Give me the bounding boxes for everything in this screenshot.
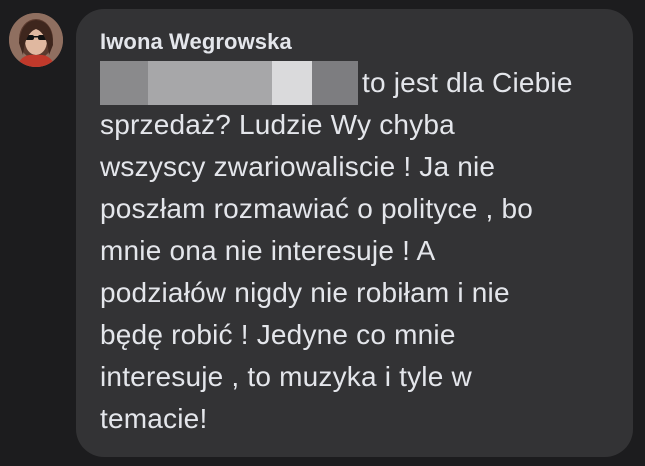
comment-bubble: Iwona Wegrowska to jest dla Ciebie sprze… [76, 9, 633, 457]
comment-text-line: sprzedaż? Ludzie Wy chyba [100, 109, 455, 140]
comment-text-line: interesuje , to muzyka i tyle w [100, 361, 472, 392]
comment-text-line: temacie! [100, 403, 208, 434]
redacted-mention [100, 61, 358, 105]
avatar-image [9, 13, 63, 67]
comment-text-line: podziałów nigdy nie robiłam i nie [100, 277, 510, 308]
comment-text-line: poszłam rozmawiać o polityce , bo [100, 193, 533, 224]
comment-text-line: wszyscy zwariowaliscie ! Ja nie [100, 151, 496, 182]
avatar[interactable] [9, 13, 63, 67]
comment-text-line: mnie ona nie interesuje ! A [100, 235, 436, 266]
comment-text-line: będę robić ! Jedyne co mnie [100, 319, 456, 350]
comment-author[interactable]: Iwona Wegrowska [100, 29, 292, 55]
comment-text-line: to jest dla Ciebie [362, 67, 573, 98]
